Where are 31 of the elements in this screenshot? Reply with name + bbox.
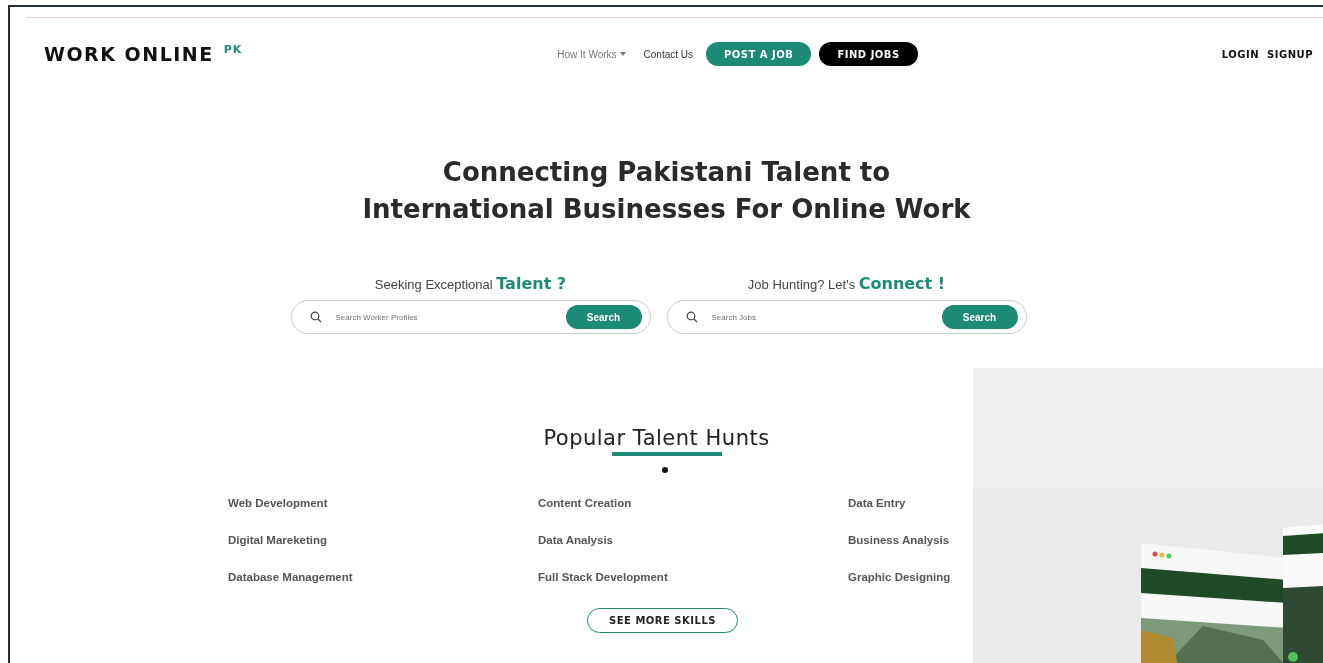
skill-link[interactable]: Digital Mareketing — [228, 534, 328, 551]
skill-link[interactable]: Database Management — [228, 571, 353, 588]
skill-link[interactable]: Graphic Designing — [848, 571, 951, 588]
post-job-button[interactable]: POST A JOB — [706, 42, 812, 66]
dot — [662, 467, 668, 473]
skill-link[interactable]: Data Analysis — [538, 534, 613, 551]
logo-suffix: PK — [223, 43, 243, 56]
skill-link[interactable]: Business Analysis — [848, 534, 950, 551]
section-title: Popular — [543, 426, 626, 450]
caret-icon — [619, 52, 626, 56]
search-icon — [309, 311, 322, 323]
hero-title: International Businesses For Online Work — [361, 193, 972, 226]
section-title: Talent — [632, 426, 699, 450]
skill-link[interactable]: Web Development — [228, 497, 328, 514]
find-jobs-button[interactable]: FIND JOBS — [819, 42, 918, 66]
see-more-button[interactable]: SEE MORE SKILLS — [587, 608, 738, 633]
skill-link[interactable]: Full Stack Development — [538, 571, 668, 588]
logo[interactable]: WORK ONLINE — [44, 43, 214, 65]
skill-link[interactable]: Data Entry — [848, 497, 906, 514]
search-heading: Job Hunting? Let's Connect ! — [747, 274, 946, 295]
nav-link[interactable]: Contact Us — [638, 48, 699, 60]
search-heading: Seeking Exceptional Talent ? — [374, 274, 567, 295]
search-button[interactable]: Search — [565, 305, 642, 329]
section-title: Hunts — [705, 426, 770, 450]
account-link[interactable]: SIGNUP — [1267, 48, 1313, 60]
account-link[interactable]: LOGIN — [1221, 48, 1260, 60]
skill-link[interactable]: Content Creation — [538, 497, 632, 514]
search-icon — [685, 311, 698, 323]
nav-dropdown[interactable]: How It Works — [552, 48, 631, 60]
search-button[interactable]: Search — [941, 305, 1018, 329]
hero-title: Connecting Pakistani Talent to — [441, 156, 892, 189]
